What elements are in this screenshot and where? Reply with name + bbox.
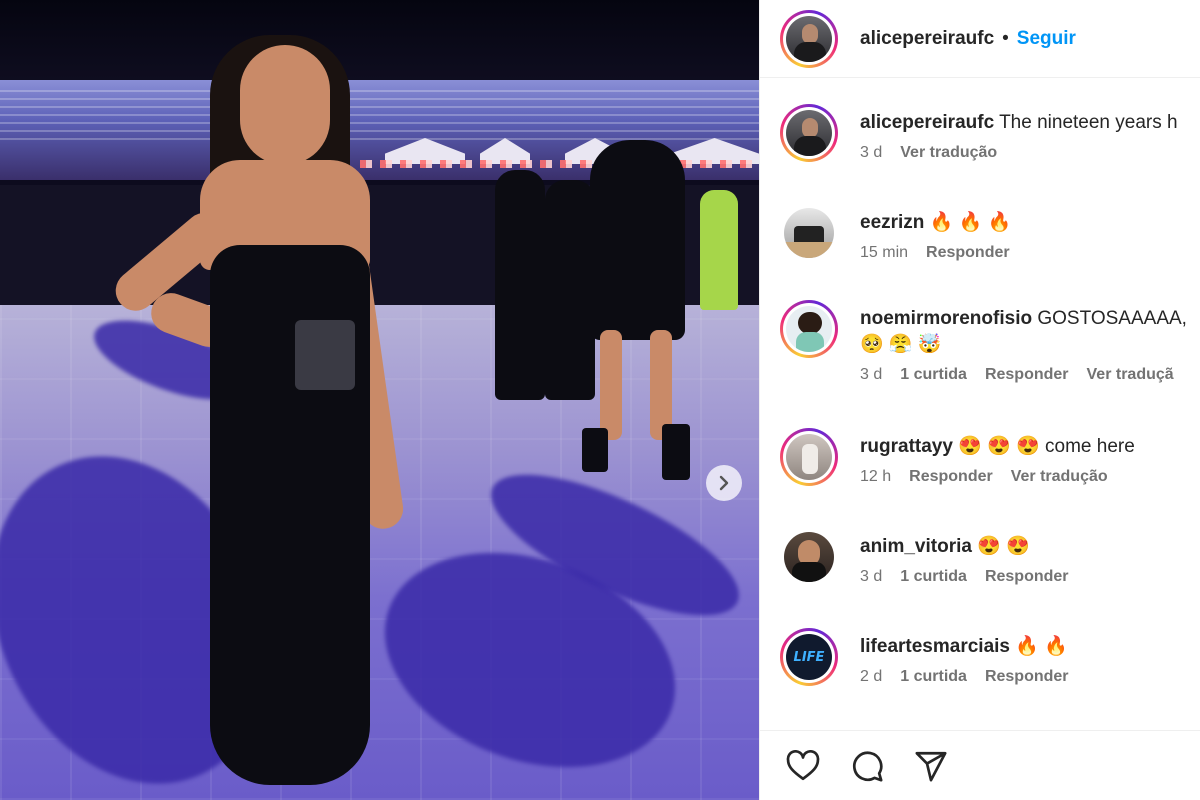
translate-button[interactable]: Ver traduçã xyxy=(1087,366,1174,384)
comment-age: 12 h xyxy=(860,468,892,485)
caption: alicepereiraufc The nineteen years h 3 d… xyxy=(780,104,1200,162)
comment-username[interactable]: noemirmorenofisio xyxy=(860,308,1032,329)
author-avatar[interactable] xyxy=(780,104,838,162)
share-icon xyxy=(915,751,947,782)
comment-age: 3 d xyxy=(860,366,883,383)
comment-username[interactable]: eezrizn xyxy=(860,212,924,233)
comment-text-line2: 🥺 😤 🤯 xyxy=(860,334,942,355)
commenter-avatar[interactable] xyxy=(780,204,838,262)
comment-username[interactable]: anim_vitoria xyxy=(860,536,972,557)
comment-text: 🔥 🔥 xyxy=(1015,636,1068,657)
background-person xyxy=(700,190,738,310)
post-actions xyxy=(760,730,1200,800)
separator-dot: • xyxy=(1002,27,1009,49)
reply-button[interactable]: Responder xyxy=(985,366,1069,384)
comment-text: 😍 😍 xyxy=(977,536,1030,557)
author-username[interactable]: alicepereiraufc xyxy=(860,28,994,50)
comment-item: anim_vitoria 😍 😍 3 d 1 curtida Responder xyxy=(780,528,1200,586)
commenter-avatar[interactable] xyxy=(780,528,838,586)
heart-icon xyxy=(786,749,820,780)
caption-text: The nineteen years h xyxy=(999,112,1178,133)
comment-button[interactable] xyxy=(848,747,886,785)
comment-username[interactable]: alicepereiraufc xyxy=(860,112,994,133)
post-photo xyxy=(0,0,759,800)
likes-count[interactable]: 1 curtida xyxy=(900,668,967,686)
likes-count[interactable]: 1 curtida xyxy=(900,366,967,384)
reply-button[interactable]: Responder xyxy=(926,244,1010,262)
background-person xyxy=(590,140,685,340)
comment-age: 3 d xyxy=(860,568,883,585)
commenter-avatar[interactable]: LIFE xyxy=(780,628,838,686)
follow-button[interactable]: Seguir xyxy=(1017,28,1076,50)
background-person xyxy=(545,180,595,400)
reply-button[interactable]: Responder xyxy=(985,568,1069,586)
background-person xyxy=(495,170,545,400)
comment-username[interactable]: lifeartesmarciais xyxy=(860,636,1010,657)
comment-item: rugrattayy 😍 😍 😍 come here 12 h Responde… xyxy=(780,428,1200,486)
likes-count[interactable]: 1 curtida xyxy=(900,568,967,586)
translate-button[interactable]: Ver tradução xyxy=(1011,468,1108,486)
comment-item: noemirmorenofisio GOSTOSAAAAA, 🥺 😤 🤯 3 d… xyxy=(780,300,1200,384)
next-photo-button[interactable] xyxy=(706,465,742,501)
comment-age: 2 d xyxy=(860,668,883,685)
handbag xyxy=(295,320,355,390)
author-avatar[interactable] xyxy=(780,9,838,68)
post-side-panel: alicepereiraufc • Seguir alicepereiraufc… xyxy=(759,0,1200,800)
boot xyxy=(662,424,690,480)
share-button[interactable] xyxy=(912,747,950,785)
comments-list: alicepereiraufc The nineteen years h 3 d… xyxy=(760,78,1200,730)
life-logo: LIFE xyxy=(793,649,825,665)
comment-text: GOSTOSAAAAA, xyxy=(1037,308,1187,329)
reply-button[interactable]: Responder xyxy=(985,668,1069,686)
chevron-right-icon xyxy=(719,475,729,491)
commenter-avatar[interactable] xyxy=(780,428,838,486)
background-person-leg xyxy=(600,330,622,440)
comment-item: eezrizn 🔥 🔥 🔥 15 min Responder xyxy=(780,204,1200,262)
comment-item: LIFE lifeartesmarciais 🔥 🔥 2 d 1 curtida… xyxy=(780,628,1200,686)
reply-button[interactable]: Responder xyxy=(909,468,993,486)
face xyxy=(240,45,330,165)
comment-age: 15 min xyxy=(860,244,909,261)
comment-icon xyxy=(853,751,883,782)
commenter-avatar[interactable] xyxy=(780,300,838,358)
comment-username[interactable]: rugrattayy xyxy=(860,436,953,457)
comment-text: 🔥 🔥 🔥 xyxy=(929,212,1012,233)
like-button[interactable] xyxy=(784,747,822,785)
boot xyxy=(582,428,608,472)
comment-age: 3 d xyxy=(860,144,883,161)
string-lights xyxy=(360,160,759,168)
comment-text: 😍 😍 😍 come here xyxy=(958,436,1135,457)
post-header: alicepereiraufc • Seguir xyxy=(760,0,1200,78)
translate-button[interactable]: Ver tradução xyxy=(900,144,997,162)
